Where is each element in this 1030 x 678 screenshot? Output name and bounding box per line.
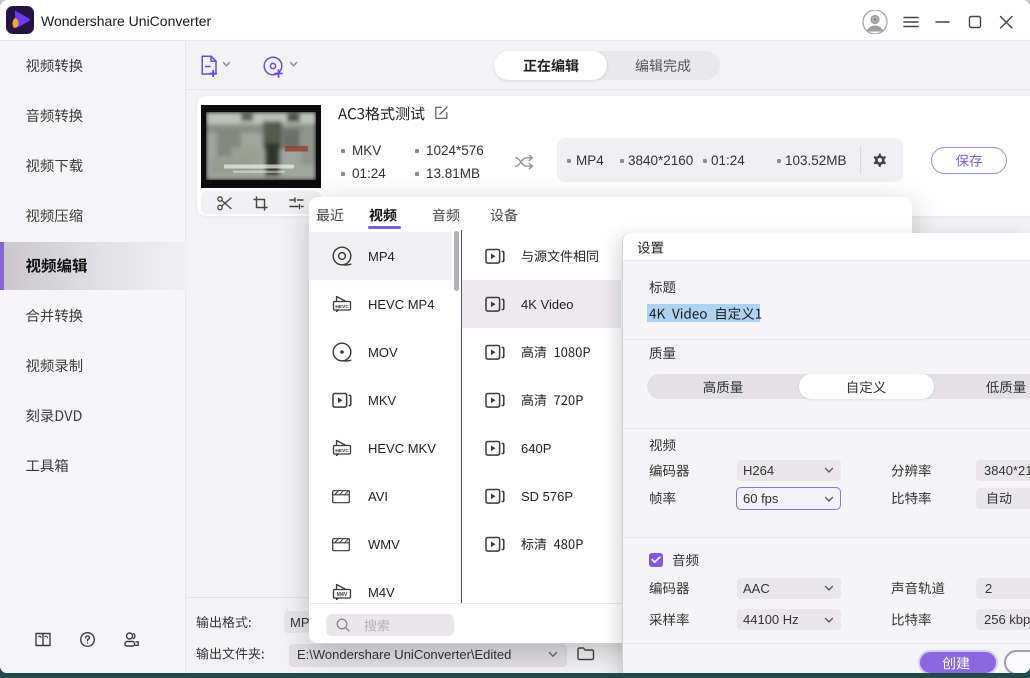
- svg-text:M4V: M4V: [337, 592, 348, 598]
- svg-text:HEVC: HEVC: [335, 448, 349, 454]
- svg-text:HEVC: HEVC: [335, 304, 349, 310]
